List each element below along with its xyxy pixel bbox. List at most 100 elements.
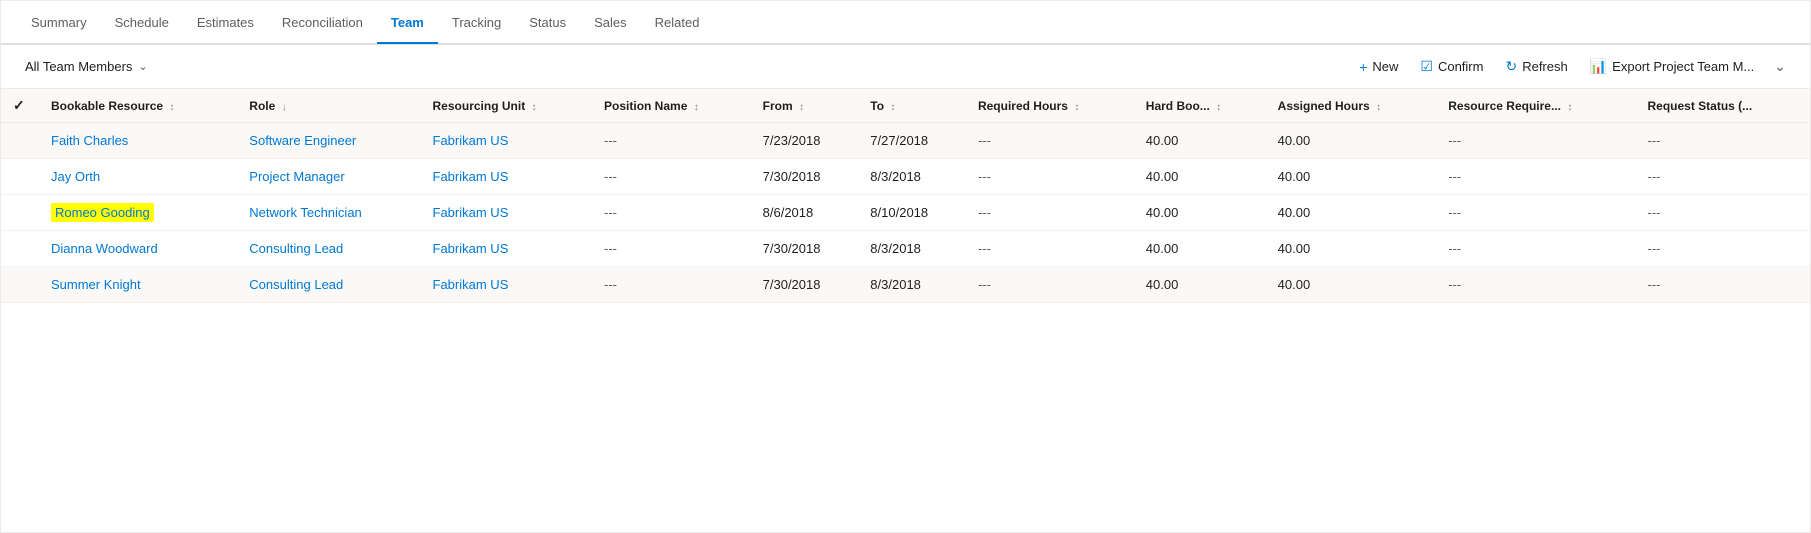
cell-bookable-resource[interactable]: Faith Charles [41,123,239,159]
role-link[interactable]: Network Technician [249,205,361,220]
resourcing-unit-link[interactable]: Fabrikam US [433,241,509,256]
cell-hard-boo: 40.00 [1136,123,1268,159]
cell-required-hours: --- [968,231,1136,267]
tab-schedule[interactable]: Schedule [101,3,183,44]
select-all-checkbox[interactable]: ✓ [1,89,41,123]
cell-resourcing-unit: Fabrikam US [423,195,595,231]
cell-role: Software Engineer [239,123,422,159]
role-link[interactable]: Consulting Lead [249,241,343,256]
more-options-button[interactable]: ⌄ [1766,53,1794,80]
cell-from: 7/30/2018 [753,231,861,267]
sort-icon-position: ↕ [694,102,699,113]
cell-role: Consulting Lead [239,231,422,267]
role-link[interactable]: Consulting Lead [249,277,343,292]
cell-position-name: --- [594,195,753,231]
col-resource-require[interactable]: Resource Require... ↕ [1438,89,1637,123]
cell-to: 8/10/2018 [860,195,968,231]
bookable-resource-link[interactable]: Faith Charles [51,133,128,148]
cell-to: 8/3/2018 [860,159,968,195]
cell-to: 8/3/2018 [860,231,968,267]
col-to[interactable]: To ↕ [860,89,968,123]
tab-status[interactable]: Status [515,3,580,44]
export-button[interactable]: 📊 Export Project Team M... [1580,53,1765,80]
cell-resourcing-unit: Fabrikam US [423,123,595,159]
confirm-button[interactable]: ☑ Confirm [1410,53,1493,80]
row-checkbox[interactable] [1,123,41,159]
sort-icon-assigned: ↕ [1376,102,1381,113]
cell-bookable-resource[interactable]: Dianna Woodward [41,231,239,267]
resourcing-unit-link[interactable]: Fabrikam US [433,205,509,220]
bookable-resource-link[interactable]: Jay Orth [51,169,100,184]
sort-icon-role: ↓ [282,102,287,113]
cell-required-hours: --- [968,195,1136,231]
refresh-button-label: Refresh [1522,59,1568,74]
cell-hard-boo: 40.00 [1136,159,1268,195]
cell-from: 7/30/2018 [753,267,861,303]
filter-dropdown[interactable]: All Team Members ⌄ [17,55,156,78]
cell-request-status: --- [1637,195,1810,231]
tab-summary[interactable]: Summary [17,3,101,44]
cell-resourcing-unit: Fabrikam US [423,159,595,195]
cell-to: 8/3/2018 [860,267,968,303]
cell-request-status: --- [1637,231,1810,267]
col-required-hours[interactable]: Required Hours ↕ [968,89,1136,123]
team-table: ✓ Bookable Resource ↕ Role ↓ Resourcing … [1,89,1810,303]
refresh-button[interactable]: ↻ Refresh [1495,53,1577,80]
col-role[interactable]: Role ↓ [239,89,422,123]
chevron-down-icon: ⌄ [138,60,147,73]
col-bookable-resource[interactable]: Bookable Resource ↕ [41,89,239,123]
resourcing-unit-link[interactable]: Fabrikam US [433,169,509,184]
cell-from: 8/6/2018 [753,195,861,231]
cell-required-hours: --- [968,123,1136,159]
role-link[interactable]: Project Manager [249,169,344,184]
col-position-name[interactable]: Position Name ↕ [594,89,753,123]
row-checkbox[interactable] [1,267,41,303]
bookable-resource-link[interactable]: Romeo Gooding [51,203,154,222]
row-checkbox[interactable] [1,231,41,267]
row-checkbox[interactable] [1,159,41,195]
new-button-label: New [1372,59,1398,74]
tab-sales[interactable]: Sales [580,3,641,44]
cell-from: 7/30/2018 [753,159,861,195]
table-row: Faith Charles Software Engineer Fabrikam U… [1,123,1810,159]
cell-assigned-hours: 40.00 [1268,123,1439,159]
cell-role: Project Manager [239,159,422,195]
cell-resource-require: --- [1438,267,1637,303]
cell-position-name: --- [594,231,753,267]
col-hard-boo[interactable]: Hard Boo... ↕ [1136,89,1268,123]
new-button[interactable]: + New [1349,54,1408,80]
nav-tabs: Summary Schedule Estimates Reconciliatio… [1,1,1810,45]
role-link[interactable]: Software Engineer [249,133,356,148]
row-checkbox[interactable] [1,195,41,231]
resourcing-unit-link[interactable]: Fabrikam US [433,133,509,148]
tab-reconciliation[interactable]: Reconciliation [268,3,377,44]
cell-position-name: --- [594,123,753,159]
cell-hard-boo: 40.00 [1136,267,1268,303]
cell-resourcing-unit: Fabrikam US [423,267,595,303]
col-from[interactable]: From ↕ [753,89,861,123]
col-resourcing-unit[interactable]: Resourcing Unit ↕ [423,89,595,123]
col-request-status[interactable]: Request Status (... [1637,89,1810,123]
tab-related[interactable]: Related [641,3,714,44]
plus-icon: + [1359,59,1367,75]
tab-team[interactable]: Team [377,3,438,44]
bookable-resource-link[interactable]: Dianna Woodward [51,241,158,256]
cell-bookable-resource[interactable]: Summer Knight [41,267,239,303]
tab-tracking[interactable]: Tracking [438,3,515,44]
cell-position-name: --- [594,159,753,195]
filter-label: All Team Members [25,59,132,74]
resourcing-unit-link[interactable]: Fabrikam US [433,277,509,292]
sort-icon-bookable: ↕ [169,102,174,113]
table-row: Summer Knight Consulting Lead Fabrikam US -… [1,267,1810,303]
cell-from: 7/23/2018 [753,123,861,159]
toolbar-actions: + New ☑ Confirm ↻ Refresh 📊 Export Proje… [1349,53,1794,80]
cell-bookable-resource[interactable]: Jay Orth [41,159,239,195]
cell-bookable-resource[interactable]: Romeo Gooding [41,195,239,231]
sort-icon-to: ↕ [890,102,895,113]
sort-icon-from: ↕ [799,102,804,113]
toolbar: All Team Members ⌄ + New ☑ Confirm ↻ Ref… [1,45,1810,89]
col-assigned-hours[interactable]: Assigned Hours ↕ [1268,89,1439,123]
export-button-label: Export Project Team M... [1612,59,1754,74]
tab-estimates[interactable]: Estimates [183,3,268,44]
bookable-resource-link[interactable]: Summer Knight [51,277,141,292]
